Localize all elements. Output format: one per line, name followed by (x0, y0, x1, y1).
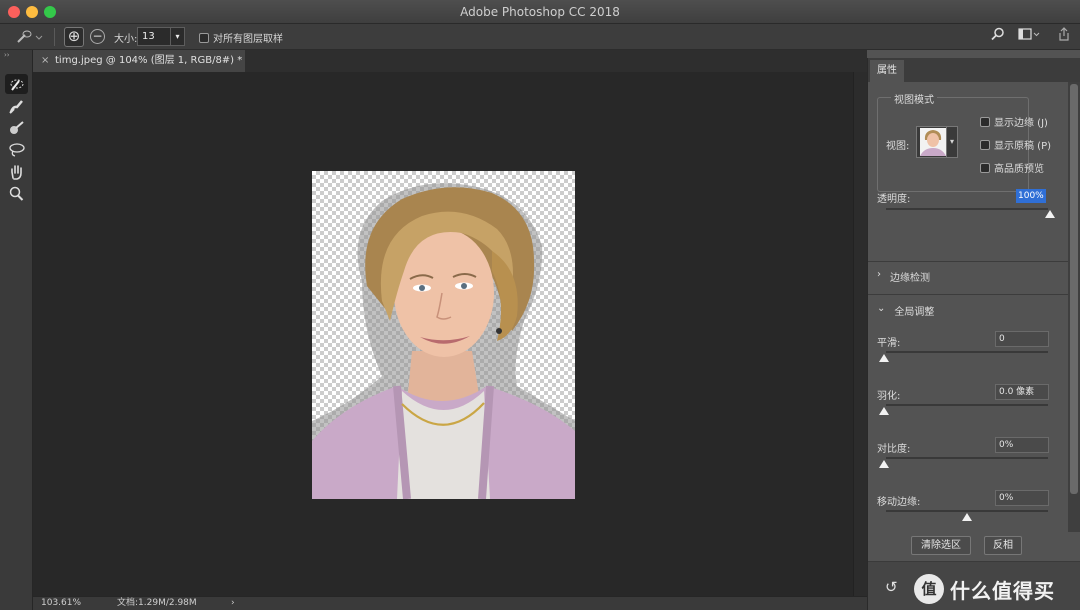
document-tab-bar: × timg.jpeg @ 104% (图层 1, RGB/8#) * (33, 50, 867, 72)
divider (868, 294, 1068, 295)
zoom-level[interactable]: 103.61% (41, 597, 81, 610)
divider (54, 28, 55, 46)
show-original-label: 显示原稿 (P) (994, 141, 1052, 152)
shift-edge-slider-track[interactable] (886, 510, 1048, 512)
zoom-tool-icon[interactable] (5, 184, 28, 204)
contrast-input[interactable]: 0% (995, 437, 1049, 453)
refine-edge-brush-icon[interactable] (5, 96, 28, 116)
size-input[interactable]: 13 ▾ (137, 27, 185, 46)
view-mode-picker[interactable]: ▾ (916, 126, 958, 158)
search-icon[interactable] (991, 27, 1005, 45)
feather-slider-handle[interactable] (879, 407, 889, 415)
global-refinements-header[interactable]: ⌄ 全局调整 (877, 303, 934, 318)
opacity-slider-handle[interactable] (1045, 210, 1055, 218)
chevron-right-icon: › (877, 269, 881, 280)
hand-tool-icon[interactable] (5, 162, 28, 182)
shift-edge-label: 移动边缘: (877, 497, 921, 508)
view-label: 视图: (886, 141, 910, 152)
global-refinements-title: 全局调整 (894, 307, 935, 318)
contrast-slider-track[interactable] (886, 457, 1048, 459)
chevron-down-icon[interactable]: ▾ (170, 28, 184, 45)
smooth-slider-handle[interactable] (879, 354, 889, 362)
status-bar: 103.61% 文档:1.29M/2.98M › (33, 596, 867, 610)
sample-all-layers-label: 对所有图层取样 (213, 34, 283, 45)
watermark-badge: 值 (914, 574, 944, 604)
smooth-slider-track[interactable] (886, 351, 1048, 353)
sample-all-layers-checkbox[interactable]: 对所有图层取样 (199, 30, 283, 45)
contrast-label: 对比度: (877, 444, 911, 455)
status-menu-arrow[interactable]: › (231, 597, 235, 610)
edge-detection-title: 边缘检测 (890, 273, 930, 284)
panel-footer: ↺ 值 什么值得买 (868, 561, 1080, 610)
chevron-down-icon[interactable]: ▾ (946, 127, 957, 157)
document-image[interactable] (312, 171, 575, 499)
invert-button[interactable]: 反相 (984, 536, 1022, 555)
close-tab-icon[interactable]: × (41, 50, 49, 72)
watermark-text: 什么值得买 (950, 578, 1055, 603)
tab-properties[interactable]: 属性 (870, 60, 904, 82)
lasso-tool-icon[interactable] (5, 140, 28, 160)
properties-panel: 属性 视图模式 视图: ▾ 显示边缘 (J) 显示原稿 (P) 高品质预览 透明… (867, 58, 1080, 610)
checkbox-icon[interactable] (199, 32, 209, 43)
window-title: Adobe Photoshop CC 2018 (460, 5, 620, 19)
view-thumbnail (920, 128, 946, 156)
watermark: 值 什么值得买 (914, 574, 1055, 604)
contrast-slider-handle[interactable] (879, 460, 889, 468)
size-label: 大小: (114, 34, 138, 45)
divider (868, 261, 1068, 262)
brush-tool-icon[interactable] (5, 118, 28, 138)
checkbox-icon[interactable] (980, 139, 990, 150)
shift-edge-slider-handle[interactable] (962, 513, 972, 521)
opacity-slider-track[interactable] (886, 208, 1048, 210)
chevron-down-icon: ⌄ (877, 303, 886, 314)
opacity-input[interactable]: 100% (1016, 189, 1046, 203)
scrollbar-thumb[interactable] (1070, 84, 1078, 494)
expand-toolbar-icon[interactable]: ›› (4, 51, 10, 59)
document-tab[interactable]: × timg.jpeg @ 104% (图层 1, RGB/8#) * (33, 50, 245, 72)
canvas-area[interactable] (33, 72, 853, 596)
title-bar: Adobe Photoshop CC 2018 (0, 0, 1080, 24)
clear-selection-button[interactable]: 清除选区 (911, 536, 971, 555)
show-original-checkbox[interactable]: 显示原稿 (P) (980, 137, 1051, 152)
share-icon[interactable] (1057, 27, 1071, 45)
vertical-scrollbar[interactable] (853, 72, 867, 596)
hq-preview-checkbox[interactable]: 高品质预览 (980, 160, 1044, 175)
show-edge-checkbox[interactable]: 显示边缘 (J) (980, 114, 1048, 129)
quick-selection-brush-icon[interactable] (12, 28, 46, 46)
opacity-label: 透明度: (877, 194, 911, 205)
tools-panel: ›› (0, 50, 33, 610)
options-bar: ⊕ − 大小: 13 ▾ 对所有图层取样 (0, 24, 1080, 50)
quick-selection-tool-icon[interactable] (5, 74, 28, 94)
feather-label: 羽化: (877, 391, 901, 402)
document-title: timg.jpeg @ 104% (图层 1, RGB/8#) * (55, 55, 243, 66)
workspace-icon[interactable] (1018, 27, 1040, 45)
view-mode-title: 视图模式 (891, 91, 937, 106)
minus-circle-icon[interactable]: − (90, 29, 105, 44)
panel-tab-bar: 属性 (868, 58, 1080, 82)
panel-scrollbar[interactable] (1068, 82, 1080, 532)
feather-input[interactable]: 0.0 像素 (995, 384, 1049, 400)
checkbox-icon[interactable] (980, 162, 990, 173)
plus-circle-icon[interactable]: ⊕ (64, 27, 84, 47)
undo-icon[interactable]: ↺ (885, 578, 898, 596)
checkbox-icon[interactable] (980, 116, 990, 127)
size-value: 13 (142, 31, 155, 42)
shift-edge-input[interactable]: 0% (995, 490, 1049, 506)
show-edge-label: 显示边缘 (J) (994, 118, 1048, 129)
document-info: 文档:1.29M/2.98M (117, 598, 197, 608)
smooth-label: 平滑: (877, 338, 901, 349)
smooth-input[interactable]: 0 (995, 331, 1049, 347)
edge-detection-header[interactable]: › 边缘检测 (877, 269, 930, 284)
feather-slider-track[interactable] (886, 404, 1048, 406)
hq-preview-label: 高品质预览 (994, 164, 1044, 175)
